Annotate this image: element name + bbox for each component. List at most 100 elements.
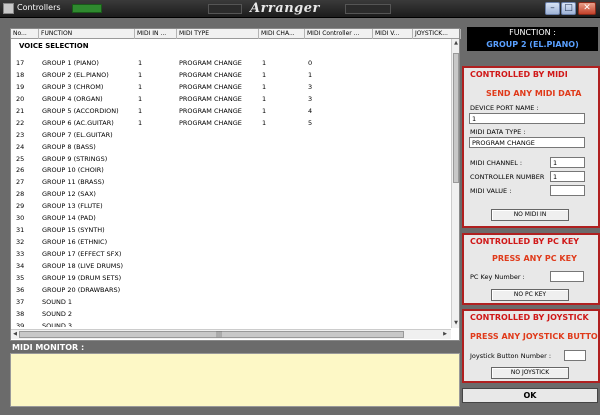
row-midi-type: PROGRAM CHANGE <box>179 59 242 67</box>
row-function: GROUP 4 (ORGAN) <box>42 94 103 103</box>
table-row[interactable]: 18 GROUP 2 (EL.PIANO) 1 PROGRAM CHANGE 1 1 <box>11 70 459 82</box>
close-button[interactable]: ✕ <box>578 2 596 15</box>
scroll-thumb-horizontal[interactable]: ||| <box>19 331 404 338</box>
table-row[interactable]: 38 SOUND 2 <box>11 309 459 321</box>
row-midi-in: 1 <box>138 106 143 115</box>
no-joystick-button[interactable]: NO JOYSTICK <box>491 367 569 379</box>
row-midi-channel: 1 <box>262 59 267 67</box>
joystick-button-number-label: Joystick Button Number : <box>470 352 552 360</box>
table-row[interactable]: 19 GROUP 3 (CHROM) 1 PROGRAM CHANGE 1 3 <box>11 82 459 94</box>
row-number: 35 <box>16 273 25 282</box>
table-row[interactable]: 31 GROUP 15 (SYNTH) <box>11 225 459 237</box>
row-function: SOUND 2 <box>42 309 73 318</box>
row-number: 31 <box>16 226 25 235</box>
row-midi-controller: 3 <box>308 82 313 91</box>
section-title: VOICE SELECTION <box>19 42 89 50</box>
row-function: GROUP 12 (SAX) <box>42 190 96 199</box>
pc-key-number-field[interactable] <box>550 271 584 282</box>
row-function: GROUP 20 (DRAWBARS) <box>42 285 121 294</box>
joystick-button-number-field[interactable] <box>564 350 586 361</box>
scroll-up-icon[interactable]: ▲ <box>452 39 460 47</box>
horizontal-scrollbar[interactable]: ◀ ||| ▶ <box>11 329 451 339</box>
col-header-midi-value[interactable]: MIDI V... <box>373 29 413 39</box>
device-port-field[interactable]: 1 <box>469 113 585 124</box>
row-function: GROUP 7 (EL.GUITAR) <box>42 130 113 139</box>
col-header-joystick[interactable]: JOYSTICK... <box>413 29 461 39</box>
table-row[interactable]: 35 GROUP 19 (DRUM SETS) <box>11 273 459 285</box>
table-row[interactable]: 28 GROUP 12 (SAX) <box>11 189 459 201</box>
app-icon <box>3 3 14 14</box>
pc-key-number-label: PC Key Number : <box>470 273 525 281</box>
row-function: GROUP 8 (BASS) <box>42 142 96 151</box>
row-number: 36 <box>16 285 25 294</box>
table-row[interactable]: 20 GROUP 4 (ORGAN) 1 PROGRAM CHANGE 1 3 <box>11 94 459 106</box>
table-row[interactable]: 21 GROUP 5 (ACCORDION) 1 PROGRAM CHANGE 1 4 <box>11 106 459 118</box>
ok-button[interactable]: OK <box>462 388 598 403</box>
window-title: Controllers <box>17 3 61 12</box>
table-row[interactable]: 27 GROUP 11 (BRASS) <box>11 177 459 189</box>
table-row[interactable]: 23 GROUP 7 (EL.GUITAR) <box>11 130 459 142</box>
table-row[interactable]: 34 GROUP 18 (LIVE DRUMS) <box>11 261 459 273</box>
row-number: 20 <box>16 94 25 103</box>
scroll-right-icon[interactable]: ▶ <box>441 330 449 339</box>
controller-number-field[interactable]: 1 <box>550 171 585 182</box>
row-number: 30 <box>16 214 25 223</box>
vertical-scrollbar[interactable]: ▲ ▼ <box>451 39 459 328</box>
row-function: GROUP 2 (EL.PIANO) <box>42 70 109 79</box>
row-function: GROUP 1 (PIANO) <box>42 59 99 67</box>
row-function: GROUP 13 (FLUTE) <box>42 202 103 211</box>
row-number: 37 <box>16 297 25 306</box>
table-row[interactable]: 17 GROUP 1 (PIANO) 1 PROGRAM CHANGE 1 0 <box>11 58 459 70</box>
minimize-button[interactable]: – <box>545 2 560 15</box>
row-number: 33 <box>16 250 25 258</box>
table-row[interactable]: 26 GROUP 10 (CHOIR) <box>11 165 459 177</box>
col-header-function[interactable]: FUNCTION <box>39 29 135 39</box>
row-midi-in: 1 <box>138 70 143 79</box>
row-midi-controller: 4 <box>308 106 313 115</box>
midi-data-type-label: MIDI DATA TYPE : <box>470 128 526 136</box>
pc-key-panel: CONTROLLED BY PC KEY PRESS ANY PC KEY PC… <box>462 233 600 305</box>
scroll-thumb[interactable] <box>453 53 459 183</box>
row-midi-type: PROGRAM CHANGE <box>179 82 242 91</box>
app-logo: Arranger <box>250 1 320 16</box>
function-value: GROUP 2 (EL.PIANO) <box>467 38 598 51</box>
row-midi-channel: 1 <box>262 94 267 103</box>
no-midi-in-button[interactable]: NO MIDI IN <box>491 209 569 221</box>
table-row[interactable]: 30 GROUP 14 (PAD) <box>11 213 459 225</box>
row-function: SOUND 1 <box>42 297 73 306</box>
midi-value-field[interactable] <box>550 185 585 196</box>
row-function: GROUP 19 (DRUM SETS) <box>42 273 122 282</box>
col-header-midi-type[interactable]: MIDI TYPE <box>177 29 259 39</box>
midi-channel-label: MIDI CHANNEL : <box>470 159 523 167</box>
table-row[interactable]: 32 GROUP 16 (ETHNIC) <box>11 237 459 249</box>
maximize-button[interactable]: □ <box>561 2 576 15</box>
row-function: GROUP 18 (LIVE DRUMS) <box>42 261 123 270</box>
col-header-midi-channel[interactable]: MIDI CHA... <box>259 29 305 39</box>
table-row[interactable]: 25 GROUP 9 (STRINGS) <box>11 154 459 166</box>
table-row[interactable]: 37 SOUND 1 <box>11 297 459 309</box>
table-row[interactable]: 22 GROUP 6 (AC.GUITAR) 1 PROGRAM CHANGE 1 5 <box>11 118 459 130</box>
row-midi-controller: 1 <box>308 70 313 79</box>
table-row[interactable]: 39 SOUND 3 <box>11 321 459 327</box>
joystick-panel: CONTROLLED BY JOYSTICK PRESS ANY JOYSTIC… <box>462 309 600 383</box>
midi-value-label: MIDI VALUE : <box>470 187 512 195</box>
table-row[interactable]: 24 GROUP 8 (BASS) <box>11 142 459 154</box>
row-number: 29 <box>16 202 25 211</box>
scroll-left-icon[interactable]: ◀ <box>11 330 19 339</box>
row-function: GROUP 17 (EFFECT SFX) <box>42 250 122 258</box>
no-pc-key-button[interactable]: NO PC KEY <box>491 289 569 301</box>
col-header-midi-in[interactable]: MIDI IN ... <box>135 29 177 39</box>
midi-data-type-field[interactable]: PROGRAM CHANGE <box>469 137 585 148</box>
row-number: 23 <box>16 130 25 139</box>
col-header-no[interactable]: No... <box>11 29 39 39</box>
lcd-display-right <box>345 4 391 14</box>
col-header-midi-controller[interactable]: MIDI Controller ... <box>305 29 373 39</box>
table-row[interactable]: 36 GROUP 20 (DRAWBARS) <box>11 285 459 297</box>
table-row[interactable]: 29 GROUP 13 (FLUTE) <box>11 201 459 213</box>
table-row[interactable]: 33 GROUP 17 (EFFECT SFX) <box>11 249 459 261</box>
function-label: FUNCTION : <box>467 27 598 38</box>
midi-channel-field[interactable]: 1 <box>550 157 585 168</box>
scroll-down-icon[interactable]: ▼ <box>452 319 460 327</box>
row-number: 22 <box>16 118 25 127</box>
controllers-table: No... FUNCTION MIDI IN ... MIDI TYPE MID… <box>10 28 461 341</box>
